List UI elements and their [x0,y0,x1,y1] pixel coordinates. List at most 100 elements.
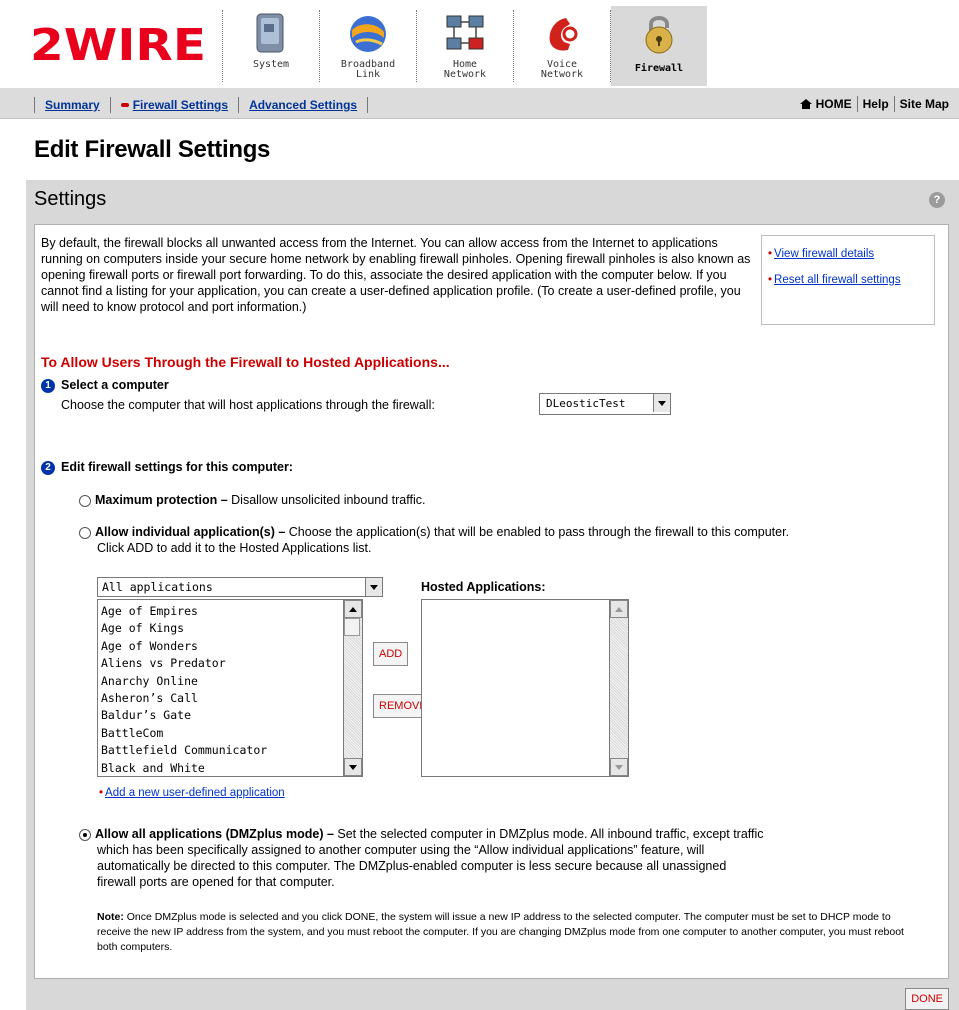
help-icon[interactable]: ? [929,192,945,208]
subnav-links: Summary Firewall Settings Advanced Setti… [34,97,378,113]
home-link[interactable]: HOME [816,97,852,111]
side-link-row: • View firewall details [768,246,874,262]
note-label: Note: [97,911,124,923]
tab-home-network[interactable]: Home Network [417,6,513,86]
tab-label: Link [355,69,381,80]
tab-voice-network[interactable]: Voice Network [514,6,610,86]
page-title: Edit Firewall Settings [34,136,271,163]
list-item[interactable]: Age of Wonders [101,638,344,655]
add-user-defined-application-link[interactable]: Add a new user-defined application [105,787,285,799]
list-item[interactable]: Black and White [101,760,344,776]
firewall-settings-link[interactable]: Firewall Settings [133,98,228,112]
radio-allow-individual[interactable] [79,526,91,539]
phone-icon [549,18,578,51]
done-button[interactable]: DONE [905,988,949,1010]
panel-body: By default, the firewall blocks all unwa… [34,224,949,979]
note-text: Once DMZplus mode is selected and you cl… [97,911,904,953]
application-list[interactable]: Age of Empires Age of Kings Age of Wonde… [97,599,345,777]
hosted-applications-list[interactable] [421,599,611,777]
option-desc: Set the selected computer in DMZplus mod… [333,827,764,841]
list-item[interactable]: Baldur’s Gate [101,707,344,724]
bullet: • [768,248,773,260]
list-item[interactable]: Battlefield Communicator [101,742,344,759]
home-network-icon [446,15,484,50]
radio-allow-all-dmzplus[interactable] [79,828,91,841]
list-item[interactable]: Age of Kings [101,620,344,637]
option-allow-all-dmzplus: Allow all applications (DMZplus mode) – … [79,826,764,842]
radio-maximum-protection[interactable] [79,494,91,507]
subnav-separator [367,97,369,113]
sub-nav: Summary Firewall Settings Advanced Setti… [0,88,959,119]
panel-title: Settings [34,188,107,210]
scroll-up-icon[interactable] [344,600,362,618]
tab-label: Network [540,69,584,80]
option-title: Maximum protection – [95,493,228,507]
add-user-defined-app-row: • Add a new user-defined application [99,787,285,799]
top-bar: 2WIRE System Broadband Link Home Network… [0,0,959,88]
tab-broadband-link[interactable]: Broadband Link [320,6,416,86]
step-1-heading: 1 Select a computer [41,378,169,393]
subnav-separator [34,97,35,113]
option-maximum-protection: Maximum protection – Disallow unsolicite… [79,492,425,508]
option-desc-cont: firewall ports are opened for that compu… [97,875,335,889]
option-title: Allow all applications (DMZplus mode) – [95,827,334,841]
option-desc: Disallow unsolicited inbound traffic. [227,493,426,507]
tab-label: Network [443,69,487,80]
step-1-title: Select a computer [61,378,169,392]
scroll-up-icon[interactable] [610,600,628,618]
section-heading: To Allow Users Through the Firewall to H… [41,354,450,370]
tab-label: Firewall [634,63,684,74]
bullet: • [99,787,104,799]
list-item[interactable]: Aliens vs Predator [101,655,344,672]
scroll-down-icon[interactable] [610,758,628,776]
subnav-separator [893,96,895,112]
step-1-number: 1 [41,378,55,393]
view-firewall-details-link[interactable]: View firewall details [774,248,874,260]
advanced-settings-link[interactable]: Advanced Settings [249,98,357,112]
main-nav: System Broadband Link Home Network Voice… [222,6,707,86]
step-2-heading: 2 Edit firewall settings for this compute… [41,460,293,475]
option-desc-cont: Click ADD to add it to the Hosted Applic… [97,541,372,555]
tab-system[interactable]: System [223,6,319,86]
list-item[interactable]: Asheron’s Call [101,690,344,707]
list-item[interactable]: Age of Empires [101,603,344,620]
option-allow-individual: Allow individual application(s) – Choose… [79,524,789,540]
add-button[interactable]: ADD [373,642,409,666]
list-item[interactable]: BattleCom [101,725,344,742]
home-icon [799,99,812,109]
subnav-separator [109,97,111,113]
category-select-value: All applications [102,580,213,594]
application-category-select[interactable]: All applications [97,577,383,597]
system-icon [256,13,284,53]
firewall-links-box: • View firewall details • Reset all firewa… [761,235,935,325]
step-2-title: Edit firewall settings for this computer… [61,460,293,474]
scroll-down-icon[interactable] [344,758,362,776]
dmzplus-note: Note: Once DMZplus mode is selected and … [97,910,917,955]
brand-logo-text: 2WIRE [30,20,206,66]
hosted-list-scrollbar[interactable] [609,599,629,777]
chevron-down-icon[interactable] [365,578,382,596]
tab-firewall[interactable]: Firewall [611,6,707,86]
utility-links: HOME Help Site Map [799,96,949,112]
scroll-thumb[interactable] [344,618,360,636]
side-link-row: • Reset all firewall settings [768,272,918,288]
list-item[interactable]: Anarchy Online [101,673,344,690]
brand-logo[interactable]: 2WIRE [30,20,212,66]
current-page-marker [120,103,129,107]
step-1-prompt: Choose the computer that will host appli… [61,398,435,412]
help-link[interactable]: Help [863,97,889,111]
chevron-down-icon[interactable] [653,394,670,412]
computer-select[interactable]: DLeosticTest [539,393,671,415]
application-list-scrollbar[interactable] [343,599,363,777]
step-2-number: 2 [41,460,55,475]
hosted-applications-label: Hosted Applications: [421,580,546,594]
option-desc: Choose the application(s) that will be e… [285,525,790,539]
settings-panel: Settings ? By default, the firewall bloc… [26,180,959,1010]
option-title: Allow individual application(s) – [95,525,286,539]
padlock-icon [645,16,673,54]
summary-link[interactable]: Summary [45,98,100,112]
option-desc-cont: automatically be directed to this comput… [97,859,727,873]
reset-firewall-settings-link[interactable]: Reset all firewall settings [774,274,901,286]
globe-icon [350,16,386,52]
site-map-link[interactable]: Site Map [900,97,949,111]
